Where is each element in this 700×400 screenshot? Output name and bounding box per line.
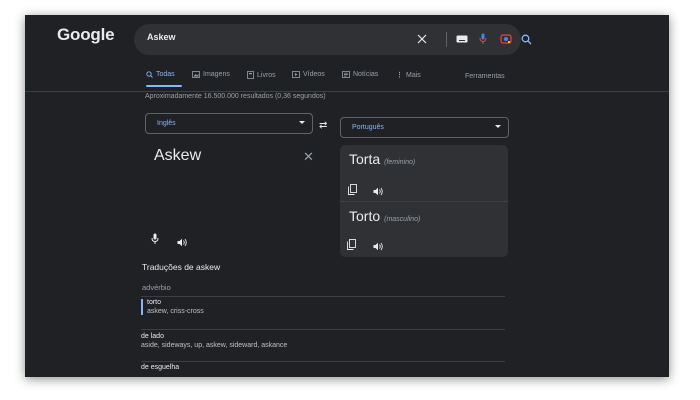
image-icon [192,71,200,78]
translation-result-panel: Torta (feminino) Torto (masculino) [340,145,508,257]
list-item[interactable]: de esguelha [141,364,505,371]
tab-label: Notícias [353,71,379,78]
translation-entry-word: de esguelha [141,364,180,371]
speaker-icon[interactable] [373,238,384,256]
tab-videos[interactable]: Vídeos [292,71,325,78]
translation-result: Torto (masculino) [349,208,420,224]
browser-content: Google Askew Todas Imagens Livros Vídeos… [25,15,669,377]
book-icon [247,71,254,79]
target-language-label: Português [352,124,384,131]
search-bar[interactable]: Askew [134,24,532,55]
tab-images[interactable]: Imagens [192,71,230,78]
copy-icon[interactable] [347,237,356,255]
translation-entry-word: torto [147,299,162,306]
row-divider [141,329,505,330]
translation-entry-synonyms: askew, criss-cross [147,308,204,315]
keyboard-icon[interactable] [456,31,468,47]
close-icon[interactable] [417,31,427,47]
translation-word: Torta [349,151,381,167]
tab-label: Livros [257,71,276,79]
speaker-icon[interactable] [177,234,188,252]
list-item[interactable]: torto askew, criss-cross [141,299,511,315]
microphone-icon[interactable] [479,31,487,47]
tab-more[interactable]: ⋮ Mais [396,71,421,80]
play-icon [292,71,300,78]
active-tab-indicator [146,85,182,87]
google-logo[interactable]: Google [57,25,115,45]
part-of-speech: advérbio [142,283,171,292]
translation-gender: (masculino) [384,216,421,223]
source-text[interactable]: Askew [154,147,201,165]
speaker-icon[interactable] [373,183,384,201]
target-language-select[interactable]: Português [340,117,509,138]
source-language-label: Inglês [157,120,176,127]
row-divider [141,361,505,362]
source-language-select[interactable]: Inglês [145,113,313,134]
tools-button[interactable]: Ferramentas [465,73,505,80]
tab-news[interactable]: Notícias [342,71,378,78]
result-divider [340,201,508,202]
translation-result: Torta (feminino) [349,151,415,167]
news-icon [342,71,350,78]
swap-languages-icon[interactable]: ⇄ [319,120,327,131]
translations-title: Traduções de askew [142,262,221,272]
translation-gender: (feminino) [384,159,416,166]
header-divider [25,91,669,92]
search-icon[interactable] [521,31,532,47]
copy-icon[interactable] [348,182,357,200]
lens-icon[interactable] [500,31,512,47]
microphone-icon[interactable] [151,232,159,250]
chevron-down-icon [495,125,501,128]
search-icon [146,71,153,78]
translation-word: Torto [349,208,381,224]
tab-label: Todas [156,71,175,78]
clear-source-icon[interactable]: ✕ [303,149,314,165]
results-stats: Aproximadamente 16.500.000 resultados (0… [145,93,326,100]
more-vert-icon: ⋮ [396,72,403,79]
tab-label: Mais [406,71,421,79]
translation-entry-synonyms: aside, sideways, up, askew, sideward, as… [141,342,288,349]
list-item[interactable]: de lado aside, sideways, up, askew, side… [141,333,505,349]
chevron-down-icon [299,121,305,124]
search-input[interactable]: Askew [147,32,176,42]
tab-all[interactable]: Todas [146,71,175,78]
tab-books[interactable]: Livros [247,71,276,79]
tab-label: Imagens [203,71,230,78]
search-divider [446,32,447,47]
translation-entry-word: de lado [141,333,164,340]
tab-label: Vídeos [303,71,325,78]
row-divider [141,296,505,297]
